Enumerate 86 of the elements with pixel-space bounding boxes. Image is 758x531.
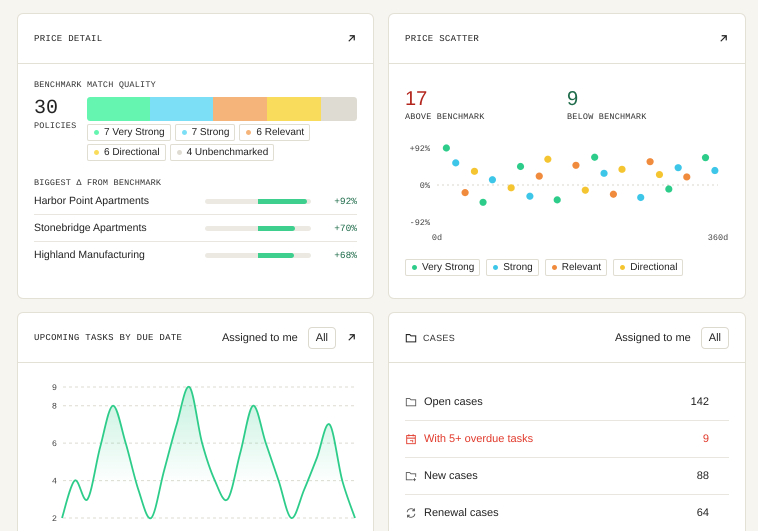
case-category[interactable]: With 5+ overdue tasks [424, 433, 662, 445]
section-label: BENCHMARK MATCH QUALITY [34, 80, 157, 90]
axis-label: +92% [410, 144, 430, 154]
card-title: PRICE DETAIL [34, 34, 102, 44]
count-label: POLICIES [34, 121, 78, 131]
data-point [674, 164, 682, 172]
data-point [452, 159, 460, 166]
delta-value: +68% [333, 250, 357, 260]
stat-label: BELOW BENCHMARK [567, 112, 648, 122]
delta-value: +70% [333, 222, 357, 234]
data-point [600, 170, 608, 177]
data-point [508, 184, 515, 192]
expand-icon[interactable] [346, 332, 357, 343]
filter-label: Assigned to me [614, 332, 691, 344]
folder-icon [405, 332, 417, 344]
data-point [711, 166, 718, 174]
axis-label: 9 [52, 383, 57, 393]
case-count: 64 [696, 507, 709, 519]
card-title: UPCOMING TASKS BY DUE DATE [34, 332, 182, 342]
property-name: Stonebridge Apartments [34, 222, 148, 234]
data-point [462, 189, 469, 196]
legend-label: Directional [630, 261, 678, 274]
axis-label: 2 [52, 514, 57, 524]
data-point [582, 186, 589, 194]
axis-label: 8 [52, 402, 57, 412]
legend-label: 7 Strong [192, 126, 230, 139]
all-button[interactable]: All [308, 326, 336, 348]
case-category[interactable]: Open cases [424, 396, 662, 408]
folder-plus-icon [405, 470, 417, 482]
data-point [442, 144, 450, 152]
all-button[interactable]: All [700, 326, 729, 348]
case-count: 9 [702, 433, 709, 445]
delta-value: +92% [333, 196, 357, 206]
card-title: CASES [423, 332, 456, 342]
legend-label: Relevant [562, 261, 602, 274]
data-point [470, 168, 478, 175]
delta-fill [258, 226, 296, 230]
axis-label: 360d [708, 233, 728, 243]
data-point [554, 196, 561, 204]
data-point [665, 185, 672, 193]
data-point [683, 173, 690, 181]
stat-value: 9 [567, 87, 580, 111]
legend-label: 6 Directional [104, 146, 160, 159]
delta-fill [258, 252, 294, 258]
axis-label: 0% [420, 181, 430, 191]
case-count: 142 [690, 396, 709, 408]
data-point [526, 192, 534, 200]
axis-label: 0d [432, 233, 442, 243]
stat-label: ABOVE BENCHMARK [405, 112, 486, 122]
data-point [488, 176, 496, 184]
data-point [646, 158, 654, 166]
data-point [610, 190, 617, 198]
section-label: BIGGEST Δ FROM BENCHMARK [34, 178, 162, 188]
legend-label: Very Strong [422, 261, 474, 274]
folder-icon [405, 396, 417, 408]
legend-label: 6 Relevant [256, 126, 304, 139]
calendar-icon [405, 433, 417, 445]
data-point [656, 170, 664, 178]
data-point [536, 172, 543, 180]
data-point [572, 162, 580, 169]
filter-label: Assigned to me [222, 332, 298, 344]
expand-icon[interactable] [346, 33, 357, 44]
expand-icon[interactable] [718, 33, 729, 44]
delta-fill [258, 198, 307, 204]
card-title: PRICE SCATTER [405, 34, 480, 44]
data-point [544, 156, 552, 163]
data-point [618, 166, 626, 173]
case-category[interactable]: Renewal cases [424, 507, 662, 519]
legend-label: 4 Unbenchmarked [186, 146, 268, 159]
policy-count: 30 [34, 97, 60, 121]
legend-label: 7 Very Strong [104, 126, 165, 139]
property-name: Highland Manufacturing [34, 249, 146, 261]
legend-label: Strong [503, 261, 533, 274]
stat-value: 17 [405, 87, 428, 111]
refresh-icon [405, 507, 417, 519]
axis-label: 6 [52, 439, 57, 450]
property-name: Harbor Point Apartments [34, 195, 150, 207]
data-point [591, 154, 598, 161]
data-point [479, 198, 487, 206]
case-category[interactable]: New cases [424, 470, 662, 482]
data-point [702, 154, 710, 162]
axis-label: 4 [52, 476, 57, 487]
axis-label: -92% [410, 218, 430, 228]
data-point [516, 162, 524, 170]
case-count: 88 [696, 470, 709, 482]
data-point [637, 194, 644, 202]
